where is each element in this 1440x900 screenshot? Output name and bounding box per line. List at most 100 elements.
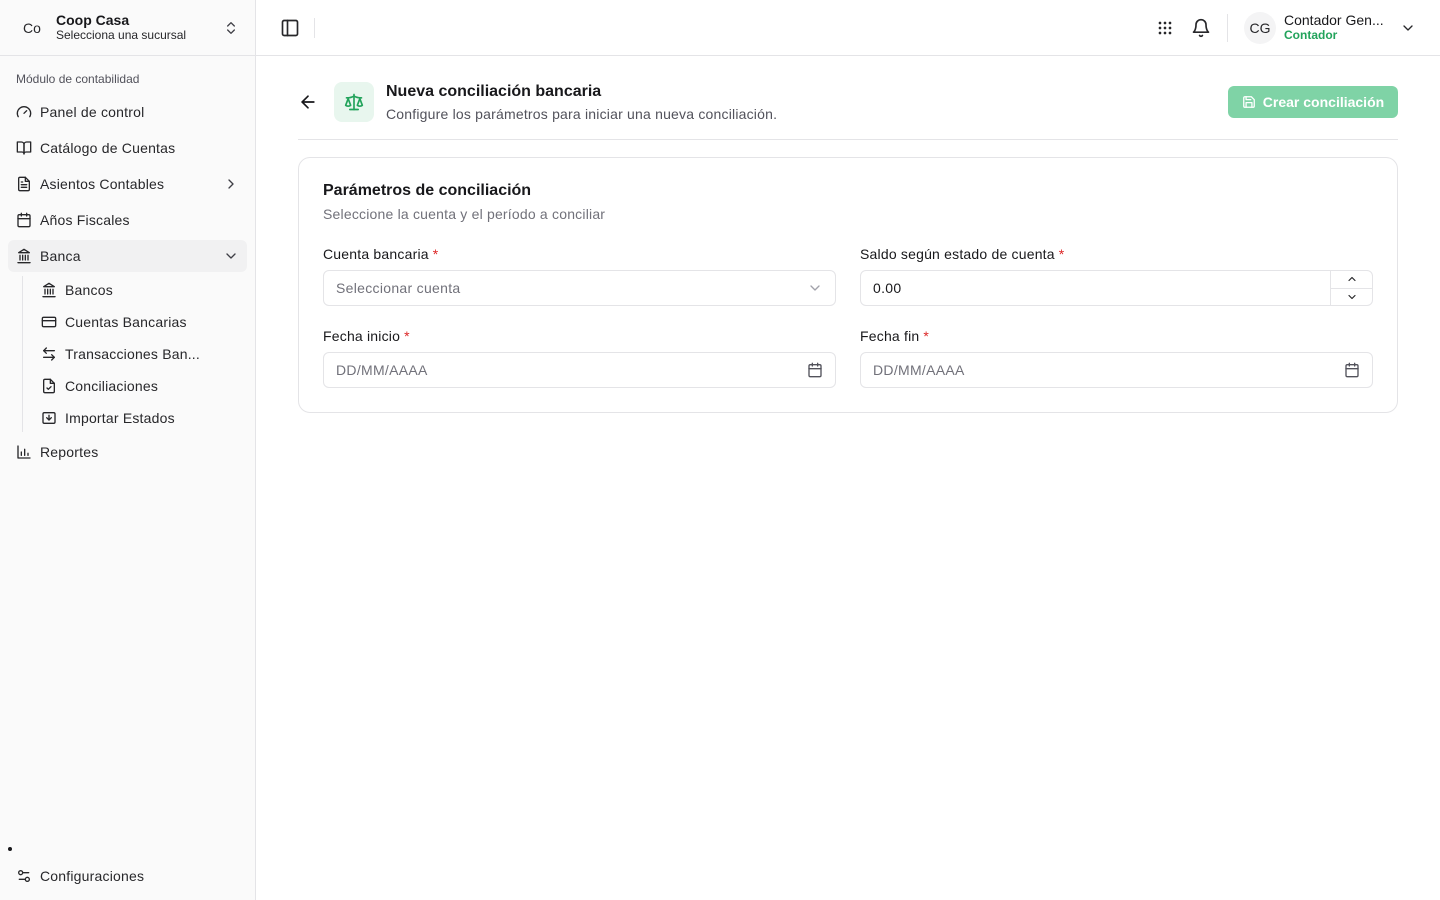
page-icon-badge bbox=[334, 82, 374, 122]
required-marker: * bbox=[404, 328, 410, 344]
user-role: Contador bbox=[1284, 27, 1338, 42]
sidebar-item-label: Conciliaciones bbox=[65, 378, 159, 394]
import-icon bbox=[42, 412, 56, 424]
org-switcher[interactable]: Co Coop Casa Selecciona una sucursal bbox=[0, 0, 255, 56]
field-fecha-inicio: Fecha inicio * DD/MM/AAAA bbox=[323, 328, 836, 388]
chevrons-up-down-icon bbox=[227, 21, 235, 34]
arrow-left-right-icon bbox=[43, 347, 55, 361]
user-avatar[interactable]: CG bbox=[1244, 11, 1276, 44]
sidebar-item-panel[interactable]: Panel de control bbox=[8, 96, 247, 128]
banca-submenu: Bancos Cuentas Bancarias Transacciones B… bbox=[22, 276, 247, 432]
select-placeholder: Seleccionar cuenta bbox=[336, 280, 461, 296]
field-cuenta-bancaria: Cuenta bancaria * Seleccionar cuenta bbox=[323, 246, 836, 306]
sidebar-item-configuraciones[interactable]: Configuraciones bbox=[8, 860, 247, 892]
number-stepper bbox=[1330, 271, 1372, 305]
saldo-input[interactable]: 0.00 bbox=[860, 270, 1373, 306]
field-saldo: Saldo según estado de cuenta * 0.00 bbox=[860, 246, 1373, 306]
stepper-down-button[interactable] bbox=[1331, 287, 1372, 306]
label-text: Fecha fin bbox=[860, 328, 920, 344]
sidebar-item-asientos[interactable]: Asientos Contables bbox=[8, 168, 247, 200]
saldo-value: 0.00 bbox=[873, 280, 902, 296]
sidebar-item-conciliaciones[interactable]: Conciliaciones bbox=[33, 372, 247, 400]
sidebar-footer: Configuraciones bbox=[8, 860, 247, 896]
sidebar: Co Coop Casa Selecciona una sucursal Mód… bbox=[0, 0, 256, 900]
chevron-down-icon bbox=[226, 253, 236, 259]
required-marker: * bbox=[1058, 246, 1065, 262]
org-name: Coop Casa bbox=[56, 11, 130, 28]
scale-icon bbox=[344, 93, 364, 111]
section-label: Módulo de contabilidad bbox=[16, 72, 140, 86]
sidebar-item-label: Importar Estados bbox=[65, 410, 175, 426]
arrow-left-icon[interactable] bbox=[298, 92, 318, 112]
sidebar-item-label: Años Fiscales bbox=[40, 212, 130, 228]
chevron-right-icon bbox=[228, 179, 234, 189]
bell-icon[interactable] bbox=[1191, 18, 1211, 38]
parameters-card: Parámetros de conciliación Seleccione la… bbox=[298, 157, 1398, 413]
fecha-fin-input[interactable]: DD/MM/AAAA bbox=[860, 352, 1373, 388]
sidebar-nav: Panel de control Catálogo de Cuentas Asi… bbox=[8, 96, 247, 472]
sidebar-item-reportes[interactable]: Reportes bbox=[8, 436, 247, 468]
card-title: Parámetros de conciliación bbox=[323, 182, 532, 199]
field-label: Fecha inicio * bbox=[323, 328, 836, 348]
status-dot bbox=[8, 847, 12, 851]
required-marker: * bbox=[432, 246, 439, 262]
calendar-icon[interactable] bbox=[1344, 362, 1360, 378]
header-divider bbox=[1227, 13, 1228, 42]
field-fecha-fin: Fecha fin * DD/MM/AAAA bbox=[860, 328, 1373, 388]
file-check-icon bbox=[43, 378, 55, 394]
label-text: Cuenta bancaria bbox=[323, 246, 429, 262]
chevron-down-icon[interactable] bbox=[1400, 20, 1416, 36]
sidebar-item-catalogo[interactable]: Catálogo de Cuentas bbox=[8, 132, 247, 164]
calendar-icon bbox=[17, 212, 31, 228]
date-placeholder: DD/MM/AAAA bbox=[336, 362, 428, 378]
page-title: Nueva conciliación bancaria bbox=[386, 83, 602, 100]
create-button-label: Crear conciliación bbox=[1262, 94, 1385, 110]
sidebar-item-label: Panel de control bbox=[40, 104, 145, 120]
user-name: Contador Gen... bbox=[1284, 12, 1384, 28]
org-subtitle: Selecciona una sucursal bbox=[56, 27, 187, 42]
sidebar-item-bancos[interactable]: Bancos bbox=[33, 276, 247, 304]
cuenta-select[interactable]: Seleccionar cuenta bbox=[323, 270, 836, 306]
top-header: CG Contador Gen... Contador bbox=[256, 0, 1440, 56]
sidebar-item-label: Reportes bbox=[40, 444, 99, 460]
label-text: Saldo según estado de cuenta bbox=[860, 246, 1055, 262]
chevron-down-icon bbox=[1347, 294, 1356, 299]
sidebar-item-anos-fiscales[interactable]: Años Fiscales bbox=[8, 204, 247, 236]
gauge-icon bbox=[16, 106, 32, 118]
label-text: Fecha inicio bbox=[323, 328, 401, 344]
field-label: Saldo según estado de cuenta * bbox=[860, 246, 1373, 266]
header-divider bbox=[314, 17, 315, 38]
card-subtitle: Seleccione la cuenta y el período a conc… bbox=[323, 206, 606, 222]
stepper-up-button[interactable] bbox=[1331, 271, 1372, 288]
page-header: Nueva conciliación bancaria Configure lo… bbox=[298, 80, 1398, 140]
file-text-icon bbox=[18, 176, 30, 192]
apps-grid-icon[interactable] bbox=[1155, 18, 1175, 38]
settings-sliders-icon bbox=[17, 870, 30, 882]
save-icon bbox=[1242, 96, 1255, 108]
chevron-up-icon bbox=[1347, 277, 1356, 282]
org-avatar: Co bbox=[23, 19, 41, 36]
sidebar-item-label: Banca bbox=[40, 248, 81, 264]
required-marker: * bbox=[923, 328, 930, 344]
sidebar-toggle-icon[interactable] bbox=[280, 18, 300, 38]
landmark-icon bbox=[42, 282, 56, 298]
book-open-icon bbox=[16, 141, 32, 155]
calendar-icon[interactable] bbox=[807, 362, 823, 378]
sidebar-item-banca[interactable]: Banca bbox=[8, 240, 247, 272]
landmark-icon bbox=[17, 248, 31, 264]
sidebar-item-cuentas-bancarias[interactable]: Cuentas Bancarias bbox=[33, 308, 247, 336]
field-label: Cuenta bancaria * bbox=[323, 246, 836, 266]
chevron-down-icon bbox=[810, 285, 820, 291]
sidebar-item-importar-estados[interactable]: Importar Estados bbox=[33, 404, 247, 432]
credit-card-icon bbox=[41, 316, 57, 328]
sidebar-item-label: Transacciones Ban... bbox=[65, 346, 200, 362]
fecha-inicio-input[interactable]: DD/MM/AAAA bbox=[323, 352, 836, 388]
create-reconciliation-button[interactable]: Crear conciliación bbox=[1228, 86, 1398, 118]
sidebar-item-transacciones[interactable]: Transacciones Ban... bbox=[33, 340, 247, 368]
sidebar-item-label: Catálogo de Cuentas bbox=[40, 140, 176, 156]
bar-chart-icon bbox=[17, 445, 31, 459]
page-subtitle: Configure los parámetros para iniciar un… bbox=[386, 106, 778, 122]
user-menu[interactable]: Contador Gen... Contador bbox=[1284, 13, 1398, 43]
sidebar-item-label: Configuraciones bbox=[40, 868, 145, 884]
sidebar-item-label: Cuentas Bancarias bbox=[65, 314, 187, 330]
